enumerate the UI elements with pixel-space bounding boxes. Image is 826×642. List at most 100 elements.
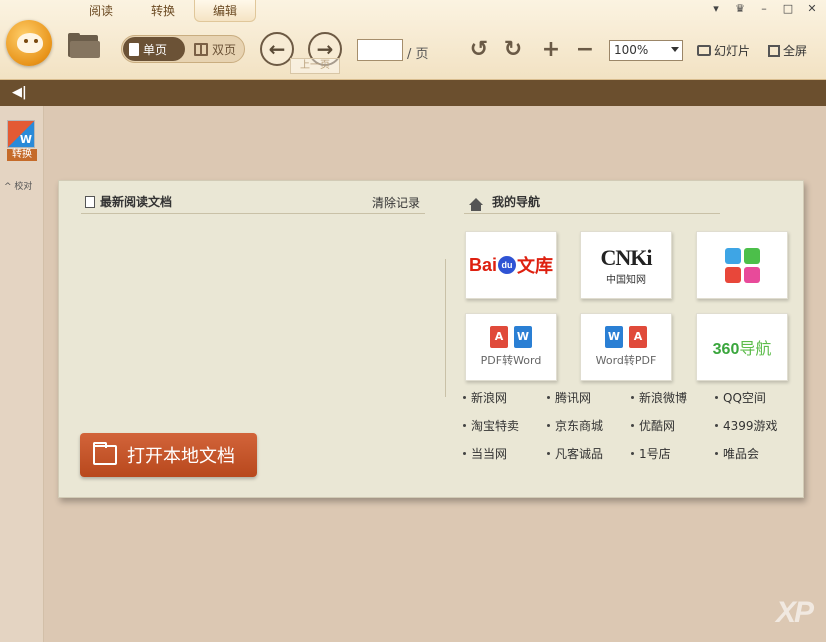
zoom-in-icon[interactable]: + xyxy=(538,36,564,62)
bullet-icon xyxy=(715,424,718,427)
tab-read[interactable]: 阅读 xyxy=(70,0,132,22)
nav-link[interactable]: QQ空间 xyxy=(715,389,799,406)
nav-link-label: 唯品会 xyxy=(723,447,760,461)
baidu-logo-right: 文库 xyxy=(517,256,553,276)
nav-360-tile[interactable]: 360导航 xyxy=(696,313,788,381)
proofread-icon: ^ xyxy=(4,182,12,192)
pdf-to-word-icon: AW xyxy=(490,326,532,348)
nav-link-label: 1号店 xyxy=(639,447,671,461)
projector-icon xyxy=(697,45,711,56)
colorful-app-tile[interactable] xyxy=(696,231,788,299)
nav-link-label: 新浪网 xyxy=(471,391,508,405)
double-page-label: 双页 xyxy=(212,42,237,57)
nav-link[interactable]: 4399游戏 xyxy=(715,417,799,434)
baidu-wenku-tile[interactable]: Bai du 文库 xyxy=(465,231,557,299)
dropdown-menu-icon[interactable]: ▾ xyxy=(708,2,724,16)
double-page-button[interactable]: 双页 xyxy=(188,37,244,61)
cnki-subtitle: 中国知网 xyxy=(606,274,646,286)
word-to-pdf-icon: WA xyxy=(605,326,647,348)
nav-link[interactable]: 当当网 xyxy=(463,445,547,462)
rotate-left-icon[interactable]: ↺ xyxy=(466,36,492,62)
zoom-value: 100% xyxy=(614,43,649,57)
nav-link[interactable]: 腾讯网 xyxy=(547,389,631,406)
word-to-pdf-tile[interactable]: WA Word转PDF xyxy=(580,313,672,381)
nav-link[interactable]: 京东商城 xyxy=(547,417,631,434)
secondary-bar: ◀| xyxy=(0,80,826,106)
fullscreen-button[interactable]: 全屏 xyxy=(768,42,807,59)
prev-page-button[interactable]: ← xyxy=(260,32,294,66)
document-icon xyxy=(85,195,95,208)
page-suffix: / 页 xyxy=(407,47,429,62)
nav-divider xyxy=(464,213,720,214)
nav-360-logo: 360导航 xyxy=(713,335,772,359)
zoom-select[interactable]: 100% xyxy=(609,40,683,61)
open-folder-icon[interactable] xyxy=(66,33,102,59)
zoom-out-icon[interactable]: − xyxy=(572,36,598,62)
nav-link[interactable]: 新浪网 xyxy=(463,389,547,406)
convert-tool-button[interactable]: W 转换 xyxy=(7,120,37,162)
bullet-icon xyxy=(715,452,718,455)
nav-link[interactable]: 淘宝特卖 xyxy=(463,417,547,434)
page-number-input[interactable] xyxy=(357,39,403,61)
nav-heading: 我的导航 xyxy=(469,193,541,211)
recent-docs-heading: 最新阅读文档 xyxy=(85,193,172,210)
minimize-button[interactable]: – xyxy=(756,2,772,16)
bullet-icon xyxy=(631,396,634,399)
menu-tabs: 阅读 转换 编辑 xyxy=(70,0,256,22)
nav-heading-text: 我的导航 xyxy=(492,195,541,209)
skin-icon[interactable]: ♛ xyxy=(732,2,748,16)
pdf-to-word-caption: PDF转Word xyxy=(480,354,542,367)
word-to-pdf-caption: Word转PDF xyxy=(595,354,657,367)
nav-link-label: 凡客诚品 xyxy=(555,447,604,461)
vertical-divider xyxy=(445,259,446,397)
recent-heading-text: 最新阅读文档 xyxy=(100,195,173,209)
proofread-label: 校对 xyxy=(14,182,33,192)
slideshow-label: 幻灯片 xyxy=(714,44,751,58)
tab-edit[interactable]: 编辑 xyxy=(194,0,256,22)
nav-link-label: 京东商城 xyxy=(555,419,604,433)
prev-page-tooltip: 上一页 xyxy=(290,58,340,74)
nav-link-label: 腾讯网 xyxy=(555,391,592,405)
fullscreen-label: 全屏 xyxy=(783,44,808,58)
rotate-right-icon[interactable]: ↻ xyxy=(500,36,526,62)
folder-front-shape xyxy=(70,41,100,58)
cnki-tile[interactable]: CNKi 中国知网 xyxy=(580,231,672,299)
top-toolbar: 阅读 转换 编辑 ▾ ♛ – □ ✕ 单页 双页 ← → 上一页 / 页 ↺ ↻… xyxy=(0,0,826,80)
nav-link-label: 优酷网 xyxy=(639,419,676,433)
nav-link[interactable]: 优酷网 xyxy=(631,417,715,434)
nav-link-label: 当当网 xyxy=(471,447,508,461)
double-page-icon xyxy=(194,42,208,56)
window-controls: ▾ ♛ – □ ✕ xyxy=(708,2,820,16)
nav-link[interactable]: 1号店 xyxy=(631,445,715,462)
close-button[interactable]: ✕ xyxy=(804,2,820,16)
folder-icon xyxy=(93,442,117,465)
open-local-document-button[interactable]: 打开本地文档 xyxy=(80,433,257,477)
maximize-button[interactable]: □ xyxy=(780,2,796,16)
app-logo[interactable] xyxy=(6,20,52,66)
slideshow-button[interactable]: 幻灯片 xyxy=(697,42,750,59)
nav-link[interactable]: 新浪微博 xyxy=(631,389,715,406)
clear-history-link[interactable]: 清除记录 xyxy=(372,194,420,211)
logo-eye-left xyxy=(24,39,28,43)
convert-label: 转换 xyxy=(7,149,37,161)
cnki-logo: CNKi xyxy=(600,244,653,270)
left-sidebar: W 转换 ^ 校对 xyxy=(0,106,44,642)
nav-link[interactable]: 唯品会 xyxy=(715,445,799,462)
bullet-icon xyxy=(463,452,466,455)
nav-360-sub: 导航 xyxy=(739,341,772,358)
pdf-to-word-tile[interactable]: AW PDF转Word xyxy=(465,313,557,381)
proofread-tool[interactable]: ^ 校对 xyxy=(4,179,32,192)
recent-divider xyxy=(81,213,425,214)
convert-icon: W xyxy=(7,120,35,148)
baidu-paw-icon: du xyxy=(498,256,516,274)
page-mode-switch: 单页 双页 xyxy=(121,35,245,63)
nav-360-main: 360 xyxy=(712,341,740,358)
single-page-button[interactable]: 单页 xyxy=(123,37,185,61)
tab-convert[interactable]: 转换 xyxy=(132,0,194,22)
baidu-logo-left: Bai xyxy=(468,254,497,275)
collapse-sidebar-icon[interactable]: ◀| xyxy=(12,85,27,100)
nav-link[interactable]: 凡客诚品 xyxy=(547,445,631,462)
logo-eye-right xyxy=(34,39,38,43)
nav-link-label: QQ空间 xyxy=(723,391,766,405)
nav-link-label: 新浪微博 xyxy=(639,391,688,405)
